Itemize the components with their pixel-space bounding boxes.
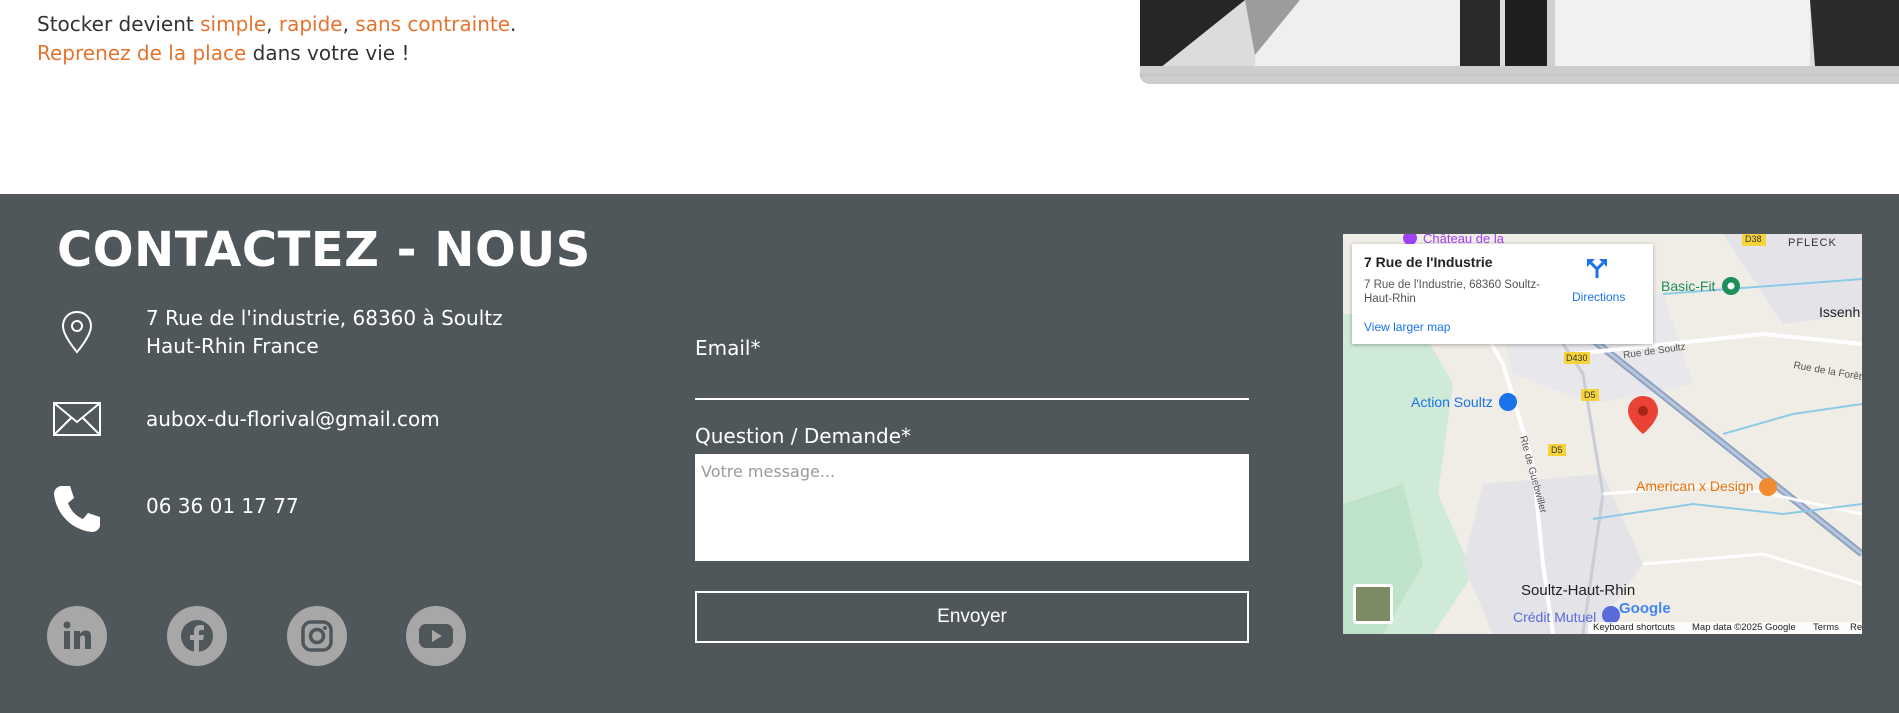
tagline: Stocker devient simple, rapide, sans con… [37, 10, 516, 68]
map-terms-link[interactable]: Terms [1813, 622, 1839, 633]
building-photo [1140, 0, 1899, 84]
map-label-d5-north: D5 [1584, 390, 1596, 400]
map-label-d430: D430 [1566, 353, 1588, 363]
map-label-pfleck: PFLECK [1788, 237, 1837, 249]
phone-number[interactable]: 06 36 01 17 77 [146, 492, 299, 520]
contact-title: CONTACTEZ - NOUS [57, 222, 591, 278]
map-label-basicfit[interactable]: Basic-Fit [1661, 278, 1715, 294]
linkedin-icon[interactable] [47, 606, 107, 666]
view-larger-map-link[interactable]: View larger map [1364, 320, 1450, 334]
map-label-soultz-haut-rhin: Soultz-Haut-Rhin [1521, 582, 1636, 599]
map-label-issenheim: Issenh [1819, 304, 1861, 320]
map-label-american-design[interactable]: American x Design [1636, 478, 1754, 494]
google-logo: Google [1619, 600, 1671, 617]
map-data-credit: Map data ©2025 Google [1692, 622, 1796, 633]
tagline-line-2: Reprenez de la place dans votre vie ! [37, 41, 410, 65]
map-label-d38: D38 [1745, 234, 1762, 244]
map-keyboard-shortcuts[interactable]: Keyboard shortcuts [1593, 622, 1675, 633]
tagline-line-1: Stocker devient simple, rapide, sans con… [37, 12, 517, 36]
map-report-link[interactable]: Re [1850, 622, 1862, 633]
send-button[interactable]: Envoyer [695, 591, 1249, 643]
google-map[interactable]: Château de la Basic-Fit Issenh PFLECK D3… [1343, 234, 1862, 634]
question-label: Question / Demande* [695, 424, 912, 448]
address-line-1: 7 Rue de l'industrie, 68360 à Soultz [146, 306, 503, 330]
email-input[interactable] [695, 398, 1249, 400]
message-textarea[interactable] [695, 454, 1249, 561]
map-place-card: 7 Rue de l'Industrie 7 Rue de l'Industri… [1352, 244, 1653, 344]
highlight-sans-contrainte: sans contrainte [355, 12, 511, 36]
highlight-reprenez: Reprenez de la place [37, 41, 247, 65]
facebook-icon[interactable] [167, 606, 227, 666]
location-pin-icon [60, 310, 94, 358]
map-label-action-soultz[interactable]: Action Soultz [1411, 394, 1493, 410]
intro-section: Stocker devient simple, rapide, sans con… [0, 0, 1899, 194]
directions-link[interactable]: Directions [1572, 290, 1625, 304]
instagram-icon[interactable] [287, 606, 347, 666]
map-card-address: 7 Rue de l'Industrie, 68360 Soultz-Haut-… [1364, 279, 1541, 305]
envelope-icon [53, 402, 101, 440]
email-link[interactable]: aubox-du-florival@gmail.com [146, 405, 440, 433]
map-label-credit-mutuel[interactable]: Crédit Mutuel [1513, 609, 1596, 625]
map-card-title: 7 Rue de l'Industrie [1364, 254, 1493, 270]
email-label: Email* [695, 336, 761, 360]
highlight-rapide: rapide [278, 12, 343, 36]
contact-footer: CONTACTEZ - NOUS 7 Rue de l'industrie, 6… [0, 194, 1899, 713]
directions-icon[interactable] [1586, 256, 1608, 285]
map-label-d5-south: D5 [1551, 445, 1563, 455]
address-line-2: Haut-Rhin France [146, 334, 319, 358]
youtube-icon[interactable] [406, 606, 466, 666]
address-text: 7 Rue de l'industrie, 68360 à Soultz Hau… [146, 304, 503, 360]
highlight-simple: simple [200, 12, 267, 36]
phone-icon [52, 484, 102, 538]
